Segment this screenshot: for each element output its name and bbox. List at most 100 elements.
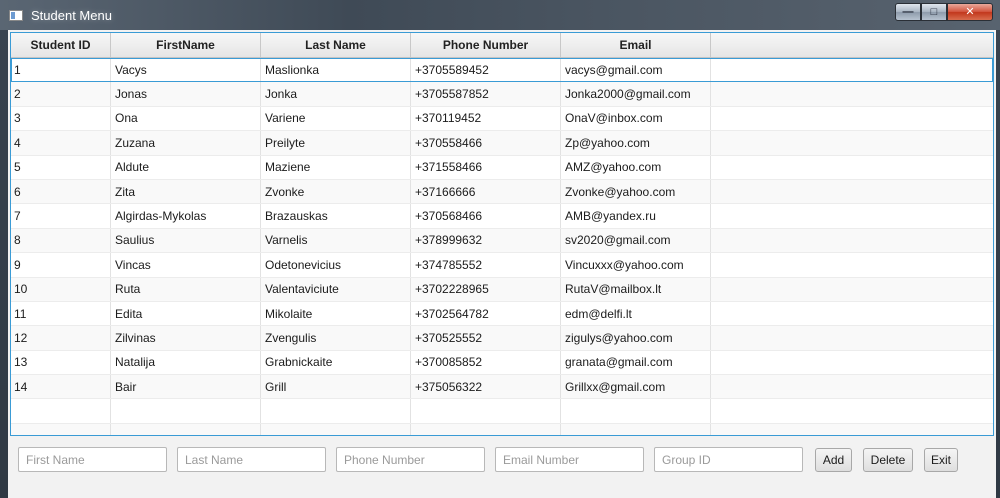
table-row[interactable]: 4 Zuzana Preilyte +370558466 Zp@yahoo.com	[11, 131, 993, 156]
cell-email	[561, 399, 711, 423]
cell-student-id	[11, 399, 111, 423]
cell-phone-number: +37166666	[411, 179, 561, 204]
cell-student-id: 9	[11, 253, 111, 277]
cell-filler	[711, 58, 993, 81]
exit-button[interactable]: Exit	[924, 448, 958, 472]
cell-firstname	[111, 423, 261, 435]
cell-student-id: 8	[11, 228, 111, 253]
table-row[interactable]: 10 Ruta Valentaviciute +3702228965 RutaV@mai…	[11, 277, 993, 302]
cell-phone-number: +370558466	[411, 131, 561, 155]
minimize-button[interactable]: —	[895, 3, 921, 21]
table-row[interactable]: 13 Natalija Grabnickaite +370085852 granata@…	[11, 350, 993, 376]
cell-phone-number: +3705587852	[411, 82, 561, 106]
app-window-icon	[9, 10, 23, 21]
last-name-input[interactable]	[177, 447, 326, 472]
add-button[interactable]: Add	[815, 448, 852, 472]
table-row[interactable]: 5 Aldute Maziene +371558466 AMZ@yahoo.com	[11, 155, 993, 180]
cell-student-id: 10	[11, 277, 111, 301]
table-row[interactable]: 3 Ona Variene +370119452 OnaV@inbox.com	[11, 106, 993, 132]
cell-email: OnaV@inbox.com	[561, 106, 711, 131]
cell-email: Zp@yahoo.com	[561, 131, 711, 155]
title-bar[interactable]: Student Menu — □ ✕	[0, 0, 1000, 30]
table-row[interactable]: 7 Algirdas-Mykolas Brazauskas +370568466 AMB…	[11, 204, 993, 229]
cell-phone-number: +378999632	[411, 228, 561, 253]
table-row[interactable]: 14 Bair Grill +375056322 Grillxx@gmail.com	[11, 375, 993, 400]
column-header-firstname[interactable]: FirstName	[111, 33, 261, 57]
table-row[interactable]: 9 Vincas Odetonevicius +374785552 Vincuxxx@y…	[11, 253, 993, 278]
window-controls: — □ ✕	[895, 3, 993, 21]
cell-firstname: Zuzana	[111, 131, 261, 155]
cell-filler	[711, 326, 993, 349]
email-input[interactable]	[495, 447, 644, 472]
student-form: Add Delete Exit	[8, 436, 996, 498]
cell-firstname: Ruta	[111, 277, 261, 301]
cell-firstname: Zita	[111, 179, 261, 204]
column-header-phone-number[interactable]: Phone Number	[411, 33, 561, 57]
table-row[interactable]: 11 Edita Mikolaite +3702564782 edm@delfi.lt	[11, 301, 993, 327]
cell-firstname: Bair	[111, 375, 261, 399]
table-header: Student ID FirstName Last Name Phone Num…	[11, 33, 993, 58]
app-window: Student Menu — □ ✕ Student ID FirstName …	[0, 0, 1000, 498]
cell-student-id: 4	[11, 131, 111, 155]
cell-phone-number	[411, 399, 561, 423]
cell-last-name: Maziene	[261, 155, 411, 179]
cell-last-name: Variene	[261, 106, 411, 131]
cell-last-name: Varnelis	[261, 228, 411, 253]
cell-student-id: 2	[11, 82, 111, 106]
cell-last-name: Odetonevicius	[261, 253, 411, 277]
cell-phone-number: +370119452	[411, 106, 561, 131]
maximize-button[interactable]: □	[921, 3, 947, 21]
table-body: 1 Vacys Maslionka +3705589452 vacys@gmail.co…	[11, 58, 993, 435]
cell-last-name: Grabnickaite	[261, 350, 411, 375]
empty-table-row[interactable]	[11, 423, 993, 435]
table-row[interactable]: 12 Zilvinas Zvengulis +370525552 zigulys@yah…	[11, 326, 993, 351]
column-header-email[interactable]: Email	[561, 33, 711, 57]
cell-email: granata@gmail.com	[561, 350, 711, 375]
cell-email	[561, 423, 711, 435]
cell-last-name: Mikolaite	[261, 301, 411, 326]
empty-table-row[interactable]	[11, 399, 993, 424]
column-header-last-name[interactable]: Last Name	[261, 33, 411, 57]
students-table[interactable]: Student ID FirstName Last Name Phone Num…	[10, 32, 994, 436]
cell-phone-number: +3702228965	[411, 277, 561, 301]
column-header-filler	[711, 33, 993, 57]
table-row[interactable]: 6 Zita Zvonke +37166666 Zvonke@yahoo.com	[11, 179, 993, 205]
cell-last-name: Brazauskas	[261, 204, 411, 228]
table-row[interactable]: 2 Jonas Jonka +3705587852 Jonka2000@gmail.co…	[11, 82, 993, 107]
cell-firstname: Natalija	[111, 350, 261, 375]
cell-phone-number: +374785552	[411, 253, 561, 277]
close-button[interactable]: ✕	[947, 3, 993, 21]
cell-phone-number: +371558466	[411, 155, 561, 179]
cell-email: AMZ@yahoo.com	[561, 155, 711, 179]
cell-student-id: 7	[11, 204, 111, 228]
cell-student-id: 13	[11, 350, 111, 375]
cell-last-name: Preilyte	[261, 131, 411, 155]
cell-firstname: Algirdas-Mykolas	[111, 204, 261, 228]
cell-email: Grillxx@gmail.com	[561, 375, 711, 399]
group-id-input[interactable]	[654, 447, 803, 472]
cell-student-id: 6	[11, 179, 111, 204]
column-header-student-id[interactable]: Student ID	[11, 33, 111, 57]
delete-button[interactable]: Delete	[863, 448, 913, 472]
cell-last-name: Valentaviciute	[261, 277, 411, 301]
cell-filler	[711, 302, 993, 325]
cell-email: edm@delfi.lt	[561, 301, 711, 326]
cell-email: AMB@yandex.ru	[561, 204, 711, 228]
first-name-input[interactable]	[18, 447, 167, 472]
table-row[interactable]: 1 Vacys Maslionka +3705589452 vacys@gmail.co…	[11, 58, 993, 83]
cell-firstname: Vincas	[111, 253, 261, 277]
cell-firstname: Saulius	[111, 228, 261, 253]
cell-firstname: Edita	[111, 301, 261, 326]
cell-last-name	[261, 399, 411, 423]
cell-student-id: 12	[11, 326, 111, 350]
cell-filler	[711, 204, 993, 227]
cell-filler	[711, 375, 993, 398]
cell-filler	[711, 229, 993, 252]
cell-filler	[711, 253, 993, 276]
phone-number-input[interactable]	[336, 447, 485, 472]
cell-filler	[711, 107, 993, 130]
cell-student-id: 11	[11, 301, 111, 326]
table-row[interactable]: 8 Saulius Varnelis +378999632 sv2020@gmail.c…	[11, 228, 993, 254]
cell-phone-number: +370525552	[411, 326, 561, 350]
cell-last-name: Maslionka	[261, 58, 411, 82]
